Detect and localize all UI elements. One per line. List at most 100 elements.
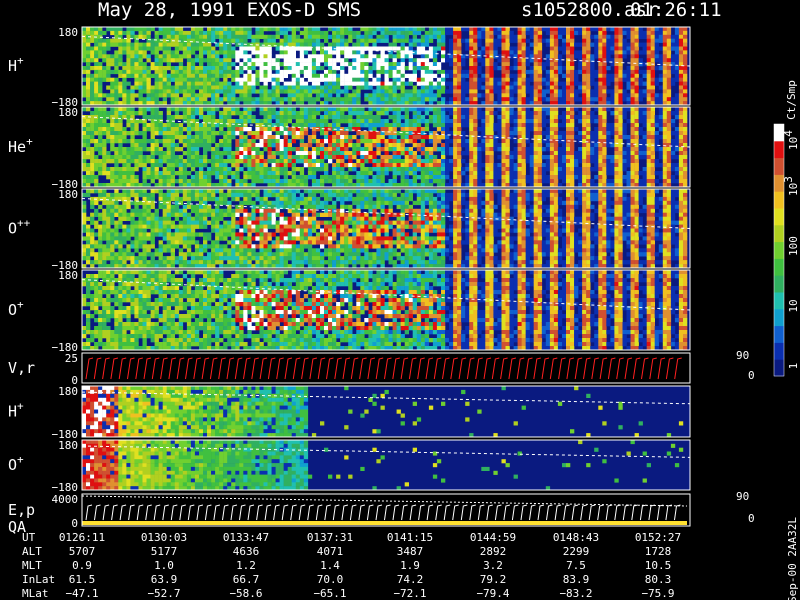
spectrogram-cell	[90, 175, 95, 180]
spectrogram-cell	[223, 69, 228, 75]
spectrogram-cell	[670, 54, 676, 59]
spectrogram-cell	[174, 73, 180, 78]
spectrogram-cell	[227, 27, 232, 32]
spectrogram-cell	[186, 93, 192, 98]
spectrogram-cell	[553, 175, 559, 180]
spectrogram-cell	[336, 27, 341, 32]
spectrogram-cell	[380, 111, 385, 116]
spectrogram-cell	[138, 69, 143, 75]
spectrogram-cell	[170, 135, 175, 140]
spectrogram-cell	[521, 42, 526, 47]
spectrogram-cell	[424, 175, 430, 180]
spectrogram-cell	[94, 111, 99, 116]
spectrogram-cell	[315, 167, 321, 172]
spectrogram-cell	[521, 147, 526, 152]
spectrogram-cell	[166, 93, 171, 98]
spectrogram-cell	[566, 155, 571, 160]
spectrogram-cell	[666, 77, 672, 82]
spectrogram-cell	[441, 167, 446, 172]
spectrogram-cell	[247, 62, 252, 67]
spectrogram-cell	[562, 135, 567, 140]
spectrogram-cell	[372, 151, 377, 156]
spectrogram-cell	[562, 46, 567, 51]
spectrogram-cell	[291, 73, 296, 78]
spectrogram-cell	[239, 77, 244, 82]
spectrogram-cell	[594, 135, 599, 140]
spectrogram-cell	[602, 85, 607, 90]
spectrogram-cell	[320, 131, 325, 136]
spectrogram-cell	[211, 46, 216, 51]
spectrogram-cell	[178, 85, 184, 90]
spectrogram-cell	[243, 119, 248, 124]
spectrogram-cell	[505, 27, 510, 32]
spectrogram-cell	[392, 89, 397, 94]
spectrogram-cell	[428, 115, 434, 120]
spectrogram-cell	[445, 73, 450, 78]
spectrogram-cell	[126, 167, 131, 172]
spectrogram-cell	[239, 127, 244, 132]
spectrogram-cell	[598, 81, 603, 86]
spectrogram-cell	[126, 73, 131, 78]
spectrogram-cell	[424, 107, 430, 112]
spectrogram-cell	[614, 131, 619, 136]
spectrogram-cell	[380, 127, 385, 132]
spectrogram-cell	[150, 163, 155, 168]
spectrogram-cell	[283, 155, 288, 160]
spectrogram-cell	[412, 155, 417, 160]
spectrogram-cell	[376, 119, 381, 124]
spectrogram-cell	[674, 93, 680, 98]
spectrogram-cell	[642, 171, 647, 176]
spectrogram-cell	[231, 159, 236, 164]
spectrogram-cell	[533, 127, 538, 132]
spectrogram-cell	[239, 34, 244, 39]
spectrogram-cell	[146, 139, 151, 144]
spectrogram-cell	[404, 155, 409, 160]
spectrogram-cell	[384, 85, 389, 90]
spectrogram-cell	[485, 69, 490, 75]
spectrogram-cell	[90, 46, 95, 51]
spectrogram-cell	[436, 179, 442, 184]
spectrogram-cell	[521, 107, 526, 112]
spectrogram-cell	[243, 77, 248, 82]
spectrogram-cell	[170, 27, 175, 32]
spectrogram-cell	[295, 66, 301, 71]
spectrogram-cell	[380, 85, 385, 90]
spectrogram-cell	[602, 147, 607, 152]
spectrogram-cell	[239, 46, 244, 51]
spectrogram-cell	[106, 66, 111, 71]
spectrogram-cell	[348, 46, 353, 51]
spectrogram-cell	[473, 85, 478, 90]
spectrogram-cell	[239, 42, 244, 47]
spectrogram-cell	[299, 135, 305, 140]
spectrogram-cell	[295, 135, 301, 140]
spectrogram-cell	[412, 115, 417, 120]
spectrogram-cell	[299, 66, 305, 71]
spectrogram-cell	[315, 54, 321, 59]
spectrogram-cell	[203, 135, 208, 140]
spectrogram-cell	[392, 66, 397, 71]
spectrogram-cell	[287, 111, 292, 116]
spectrogram-cell	[570, 89, 575, 94]
spectrogram-cell	[166, 155, 171, 160]
spectrogram-cell	[489, 69, 494, 75]
spectrogram-cell	[283, 111, 288, 116]
spectrogram-cell	[255, 143, 260, 148]
spectrogram-cell	[311, 97, 317, 102]
spectrogram-cell	[332, 135, 337, 140]
spectrogram-cell	[485, 42, 490, 47]
spectrogram-cell	[219, 30, 224, 36]
spectrogram-cell	[82, 135, 87, 140]
spectrogram-cell	[461, 123, 466, 128]
spectrogram-cell	[247, 155, 252, 160]
spectrogram-cell	[194, 179, 200, 184]
spectrogram-cell	[521, 111, 526, 116]
spectrogram-cell	[251, 89, 256, 94]
spectrogram-cell	[541, 147, 547, 152]
spectrogram-cell	[106, 123, 111, 128]
spectrogram-cell	[368, 69, 373, 75]
spectrogram-cell	[481, 163, 486, 168]
spectrogram-cell	[150, 46, 155, 51]
spectrogram-cell	[404, 30, 409, 36]
spectrogram-cell	[186, 119, 192, 124]
spectrogram-cell	[182, 159, 188, 164]
